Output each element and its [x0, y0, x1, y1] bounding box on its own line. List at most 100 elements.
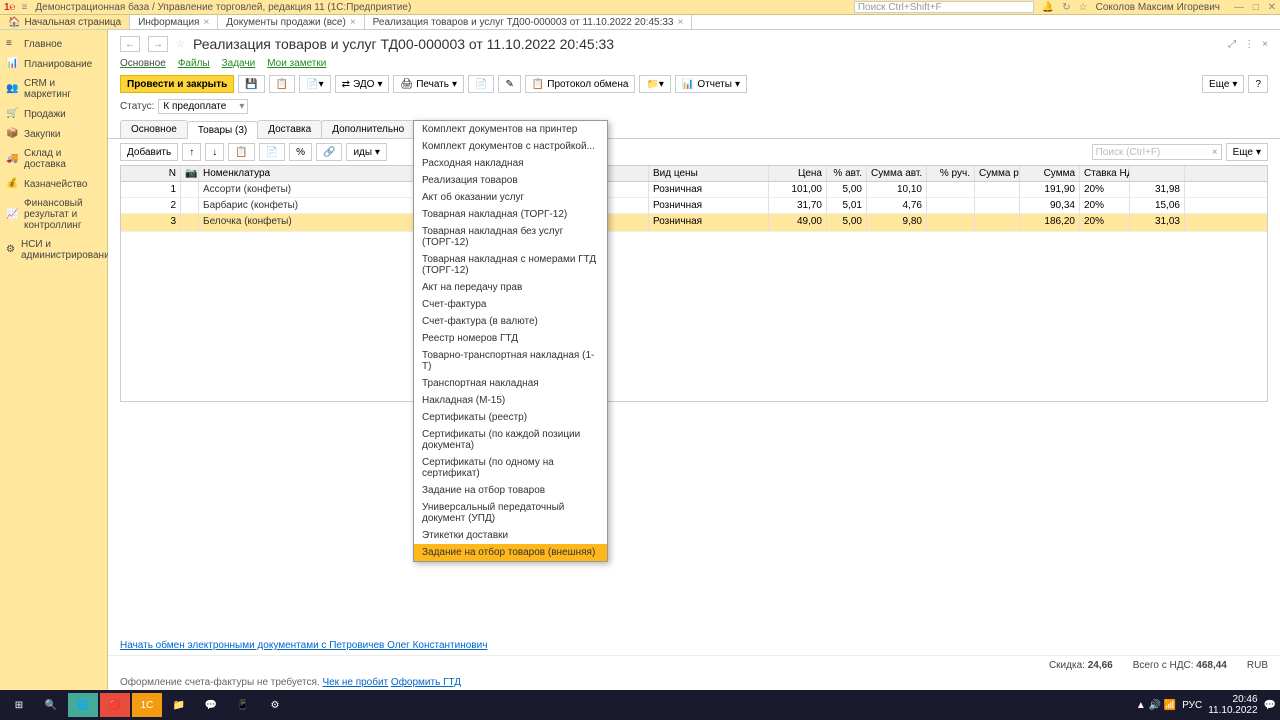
expand-icon[interactable]: ⤢ [1228, 39, 1236, 50]
dropdown-item[interactable]: Реестр номеров ГТД [414, 330, 607, 347]
dropdown-item[interactable]: Задание на отбор товаров (внешняя) [414, 544, 607, 561]
copy-button[interactable]: 📋 [228, 143, 254, 161]
back-button[interactable]: ← [120, 36, 140, 52]
subtab-tasks[interactable]: Задачи [222, 58, 256, 69]
fill-button[interactable]: иды ▾ [346, 143, 386, 161]
dropdown-item[interactable]: Универсальный передаточный документ (УПД… [414, 499, 607, 527]
inner-tab-goods[interactable]: Товары (3) [187, 121, 258, 139]
sidebar-item-crm[interactable]: 👥CRM и маркетинг [0, 74, 107, 104]
more-button[interactable]: Еще ▾ [1202, 75, 1244, 93]
task-app[interactable]: 🔴 [100, 693, 130, 717]
dropdown-item[interactable]: Задание на отбор товаров [414, 482, 607, 499]
user-name[interactable]: Соколов Максим Игоревич [1096, 2, 1220, 13]
sidebar-item-finance[interactable]: 📈Финансовый результат и контроллинг [0, 194, 107, 235]
subtab-notes[interactable]: Мои заметки [267, 58, 326, 69]
col-auto-sum[interactable]: Сумма авт. [867, 166, 927, 181]
grid-search[interactable]: Поиск (Ctrl+F)× [1092, 144, 1222, 160]
link-button[interactable]: 🔗 [316, 143, 342, 161]
col-sum[interactable]: Сумма [1020, 166, 1080, 181]
protocol-button[interactable]: 📋 Протокол обмена [525, 75, 636, 93]
col-total[interactable] [1130, 166, 1185, 181]
tab-info[interactable]: Информация× [130, 15, 218, 29]
col-price[interactable]: Цена [769, 166, 827, 181]
col-price-type[interactable]: Вид цены [649, 166, 769, 181]
dropdown-item[interactable]: Счет-фактура [414, 296, 607, 313]
favorite-icon[interactable]: ☆ [176, 39, 185, 50]
tray-icons[interactable]: ▲ 🔊 📶 [1136, 700, 1176, 711]
dropdown-item[interactable]: Транспортная накладная [414, 375, 607, 392]
col-man-sum[interactable]: Сумма руч. [975, 166, 1020, 181]
sidebar-item-main[interactable]: ≡Главное [0, 34, 107, 54]
clear-icon[interactable]: × [1212, 147, 1218, 158]
refresh-button[interactable]: 📄▾ [299, 75, 330, 93]
sidebar-item-planning[interactable]: 📊Планирование [0, 54, 107, 74]
dropdown-item[interactable]: Акт на передачу прав [414, 279, 607, 296]
add-button[interactable]: Добавить [120, 143, 178, 161]
col-auto-pct[interactable]: % авт. [827, 166, 867, 181]
task-app[interactable]: 🌐 [68, 693, 98, 717]
percent-button[interactable]: % [289, 143, 312, 161]
gtd-link[interactable]: Оформить ГТД [391, 677, 461, 688]
menu-icon[interactable]: ≡ [22, 2, 28, 13]
tab-close-icon[interactable]: × [203, 17, 209, 28]
sidebar-item-treasury[interactable]: 💰Казначейство [0, 174, 107, 194]
close-icon[interactable]: ✕ [1268, 2, 1276, 13]
dropdown-item[interactable]: Товарная накладная с номерами ГТД (ТОРГ-… [414, 251, 607, 279]
start-button[interactable]: ⊞ [4, 693, 34, 717]
star-icon[interactable]: ☆ [1079, 2, 1088, 13]
paste-button[interactable]: 📄 [259, 143, 285, 161]
forward-button[interactable]: → [148, 36, 168, 52]
dropdown-item[interactable]: Реализация товаров [414, 172, 607, 189]
edo-button[interactable]: ⇄ ЭДО ▾ [335, 75, 390, 93]
task-app[interactable]: 📱 [228, 693, 258, 717]
subtab-files[interactable]: Файлы [178, 58, 210, 69]
sidebar-item-warehouse[interactable]: 🚚Склад и доставка [0, 144, 107, 174]
minimize-icon[interactable]: — [1234, 2, 1244, 13]
table-row[interactable]: 3Белочка (конфеты)4,000кгРозничная49,005… [121, 214, 1267, 232]
dropdown-item[interactable]: Комплект документов на принтер [414, 121, 607, 138]
template-button[interactable]: 📄 [468, 75, 494, 93]
dropdown-item[interactable]: Накладная (М-15) [414, 392, 607, 409]
task-app[interactable]: 📁 [164, 693, 194, 717]
edit-button[interactable]: ✎ [498, 75, 520, 93]
reports-button[interactable]: 📊 Отчеты ▾ [675, 75, 747, 93]
post-close-button[interactable]: Провести и закрыть [120, 75, 234, 93]
tab-realization[interactable]: Реализация товаров и услуг ТД00-000003 о… [365, 15, 693, 29]
create-button[interactable]: 📁▾ [639, 75, 670, 93]
print-button[interactable]: 🖨 Печать ▾ [393, 75, 464, 93]
task-app[interactable]: ⚙ [260, 693, 290, 717]
task-app[interactable]: 1С [132, 693, 162, 717]
bell-icon[interactable]: 🔔 [1042, 2, 1054, 13]
col-vat[interactable]: Ставка НДС [1080, 166, 1130, 181]
sidebar-item-nsi[interactable]: ⚙НСИ и администрирование [0, 235, 107, 265]
help-button[interactable]: ? [1248, 75, 1268, 93]
dropdown-item[interactable]: Товарная накладная без услуг (ТОРГ-12) [414, 223, 607, 251]
status-select[interactable]: К предоплате [158, 99, 248, 114]
tab-close-icon[interactable]: × [677, 17, 683, 28]
save-button[interactable]: 💾 [238, 75, 264, 93]
check-link[interactable]: Чек не пробит [322, 677, 388, 688]
dropdown-item[interactable]: Этикетки доставки [414, 527, 607, 544]
dropdown-item[interactable]: Сертификаты (по одному на сертификат) [414, 454, 607, 482]
maximize-icon[interactable]: □ [1253, 2, 1259, 13]
dropdown-item[interactable]: Товарно-транспортная накладная (1-Т) [414, 347, 607, 375]
menu-dots-icon[interactable]: ⋮ [1244, 39, 1254, 50]
inner-tab-extra[interactable]: Дополнительно [321, 120, 415, 138]
dropdown-item[interactable]: Сертификаты (по каждой позиции документа… [414, 426, 607, 454]
inner-tab-delivery[interactable]: Доставка [257, 120, 322, 138]
dropdown-item[interactable]: Товарная накладная (ТОРГ-12) [414, 206, 607, 223]
dropdown-item[interactable]: Акт об оказании услуг [414, 189, 607, 206]
col-n[interactable]: N [121, 166, 181, 181]
dropdown-item[interactable]: Сертификаты (реестр) [414, 409, 607, 426]
table-row[interactable]: 2Барбарис (конфеты)3,000кгРозничная31,70… [121, 198, 1267, 214]
inner-tab-main[interactable]: Основное [120, 120, 188, 138]
global-search[interactable]: Поиск Ctrl+Shift+F [854, 1, 1034, 13]
sidebar-item-purchase[interactable]: 📦Закупки [0, 124, 107, 144]
tab-home[interactable]: 🏠Начальная страница [0, 15, 130, 29]
tab-sales-docs[interactable]: Документы продажи (все)× [218, 15, 364, 29]
col-man-pct[interactable]: % руч. [927, 166, 975, 181]
edo-link[interactable]: Начать обмен электронными документами с … [120, 640, 487, 651]
task-app[interactable]: 💬 [196, 693, 226, 717]
lang-indicator[interactable]: РУС [1182, 700, 1202, 711]
sidebar-item-sales[interactable]: 🛒Продажи [0, 104, 107, 124]
